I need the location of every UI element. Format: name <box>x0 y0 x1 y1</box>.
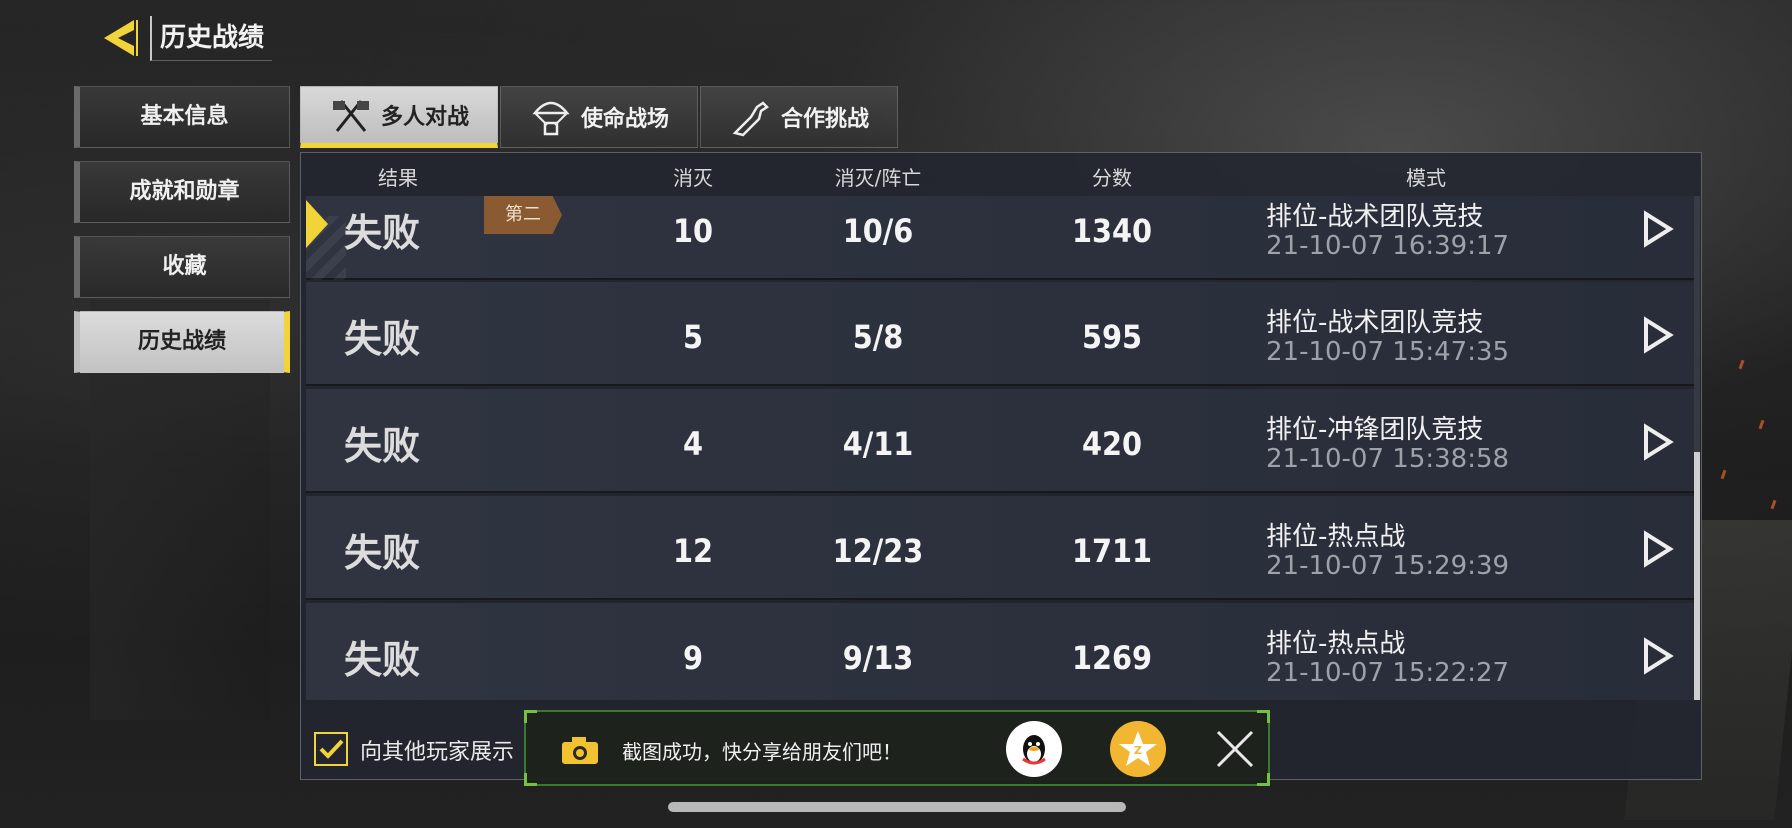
back-arrow-icon <box>104 20 138 56</box>
kills-value: 12 <box>672 532 714 570</box>
toast-corner <box>1257 773 1270 786</box>
kd-value: 5/8 <box>852 318 904 356</box>
qzone-icon: Z <box>1119 731 1157 766</box>
tab-label: 合作挑战 <box>780 107 869 132</box>
show-to-others-label: 向其他玩家展示 <box>360 740 515 765</box>
parachute-crate-icon <box>532 101 570 136</box>
spark-particle <box>1770 499 1777 510</box>
mode-text: 排位-战术团队竞技 <box>1266 202 1484 232</box>
back-button[interactable] <box>98 16 142 60</box>
column-header-kills: 消灭 <box>673 166 713 190</box>
tab-coop[interactable]: 合作挑战 <box>700 86 898 148</box>
table-row[interactable]: 失败 第二 10 10/6 1340 排位-战术团队竞技 21-10-07 16… <box>306 196 1694 280</box>
table-row[interactable]: 失败 4 4/11 420 排位-冲锋团队竞技 21-10-07 15:38:5… <box>306 389 1694 493</box>
score-value: 420 <box>1081 425 1143 463</box>
table-row[interactable]: 失败 12 12/23 1711 排位-热点战 21-10-07 15:29:3… <box>306 496 1694 600</box>
time-text: 21-10-07 15:22:27 <box>1266 658 1510 688</box>
history-list[interactable]: 失败 第二 10 10/6 1340 排位-战术团队竞技 21-10-07 16… <box>306 196 1694 700</box>
toast-corner <box>524 710 537 723</box>
table-row[interactable]: 失败 5 5/8 595 排位-战术团队竞技 21-10-07 15:47:35 <box>306 282 1694 386</box>
chevron-right-icon[interactable] <box>1640 530 1674 568</box>
sidebar-item-history[interactable]: 历史战绩 <box>74 311 290 373</box>
sidebar-item-collection[interactable]: 收藏 <box>74 236 290 298</box>
column-header-score: 分数 <box>1092 166 1132 190</box>
mode-text: 排位-热点战 <box>1266 629 1406 659</box>
kd-value: 12/23 <box>832 532 924 570</box>
camera-icon <box>562 737 598 764</box>
spark-particle <box>1738 359 1745 370</box>
checkmark-icon <box>319 739 344 759</box>
chevron-right-icon[interactable] <box>1640 637 1674 675</box>
home-indicator[interactable] <box>668 802 1126 812</box>
time-text: 21-10-07 15:38:58 <box>1266 444 1510 474</box>
result-text: 失败 <box>344 211 421 255</box>
column-header-kd: 消灭/阵亡 <box>834 166 922 190</box>
qq-icon <box>1022 735 1046 765</box>
kd-value: 4/11 <box>842 425 914 463</box>
kills-value: 10 <box>672 212 714 250</box>
score-value: 1269 <box>1071 639 1153 677</box>
score-value: 1340 <box>1071 212 1153 250</box>
spark-particle <box>1758 419 1765 430</box>
rank-badge: 第二 <box>484 196 562 234</box>
scrollbar-thumb[interactable] <box>1694 452 1700 700</box>
toast-message: 截图成功，快分享给朋友们吧！ <box>622 740 902 764</box>
chevron-right-icon[interactable] <box>1640 316 1674 354</box>
kd-value: 9/13 <box>842 639 914 677</box>
svg-text:Z: Z <box>1134 744 1142 757</box>
tab-label: 多人对战 <box>380 105 469 130</box>
mode-text: 排位-热点战 <box>1266 522 1406 552</box>
result-text: 失败 <box>344 317 421 361</box>
tab-battle-royale[interactable]: 使命战场 <box>500 86 698 148</box>
spark-particle <box>1720 469 1727 480</box>
toast-corner <box>1257 710 1270 723</box>
kills-value: 5 <box>682 318 704 356</box>
result-text: 失败 <box>344 424 421 468</box>
time-text: 21-10-07 15:29:39 <box>1266 551 1510 581</box>
time-text: 21-10-07 16:39:17 <box>1266 231 1510 261</box>
result-text: 失败 <box>344 638 421 682</box>
share-qq-button[interactable] <box>1006 721 1062 777</box>
mode-text: 排位-战术团队竞技 <box>1266 308 1484 338</box>
score-value: 1711 <box>1071 532 1153 570</box>
close-icon[interactable] <box>1212 726 1258 772</box>
selected-marker-icon <box>306 200 328 248</box>
score-value: 595 <box>1081 318 1143 356</box>
toast-corner <box>524 773 537 786</box>
zombie-arm-icon <box>732 101 769 137</box>
show-to-others-checkbox[interactable] <box>314 732 348 766</box>
share-qzone-button[interactable]: Z <box>1110 721 1166 777</box>
sidebar-item-achievements[interactable]: 成就和勋章 <box>74 161 290 223</box>
screenshot-toast: 截图成功，快分享给朋友们吧！ Z <box>524 710 1270 786</box>
column-header-result: 结果 <box>378 166 418 190</box>
kd-value: 10/6 <box>842 212 914 250</box>
crossed-flags-icon <box>332 100 369 132</box>
time-text: 21-10-07 15:47:35 <box>1266 337 1510 367</box>
mode-text: 排位-冲锋团队竞技 <box>1266 415 1484 445</box>
table-row[interactable]: 失败 9 9/13 1269 排位-热点战 21-10-07 15:22:27 <box>306 603 1694 700</box>
chevron-right-icon[interactable] <box>1640 423 1674 461</box>
sidebar-item-basic-info[interactable]: 基本信息 <box>74 86 290 148</box>
result-text: 失败 <box>344 531 421 575</box>
page-title: 历史战绩 <box>150 16 273 61</box>
kills-value: 4 <box>682 425 704 463</box>
tab-label: 使命战场 <box>580 107 669 132</box>
column-header-mode: 模式 <box>1406 166 1446 190</box>
chevron-right-icon[interactable] <box>1640 210 1674 248</box>
tab-multiplayer[interactable]: 多人对战 <box>300 86 498 148</box>
kills-value: 9 <box>682 639 704 677</box>
